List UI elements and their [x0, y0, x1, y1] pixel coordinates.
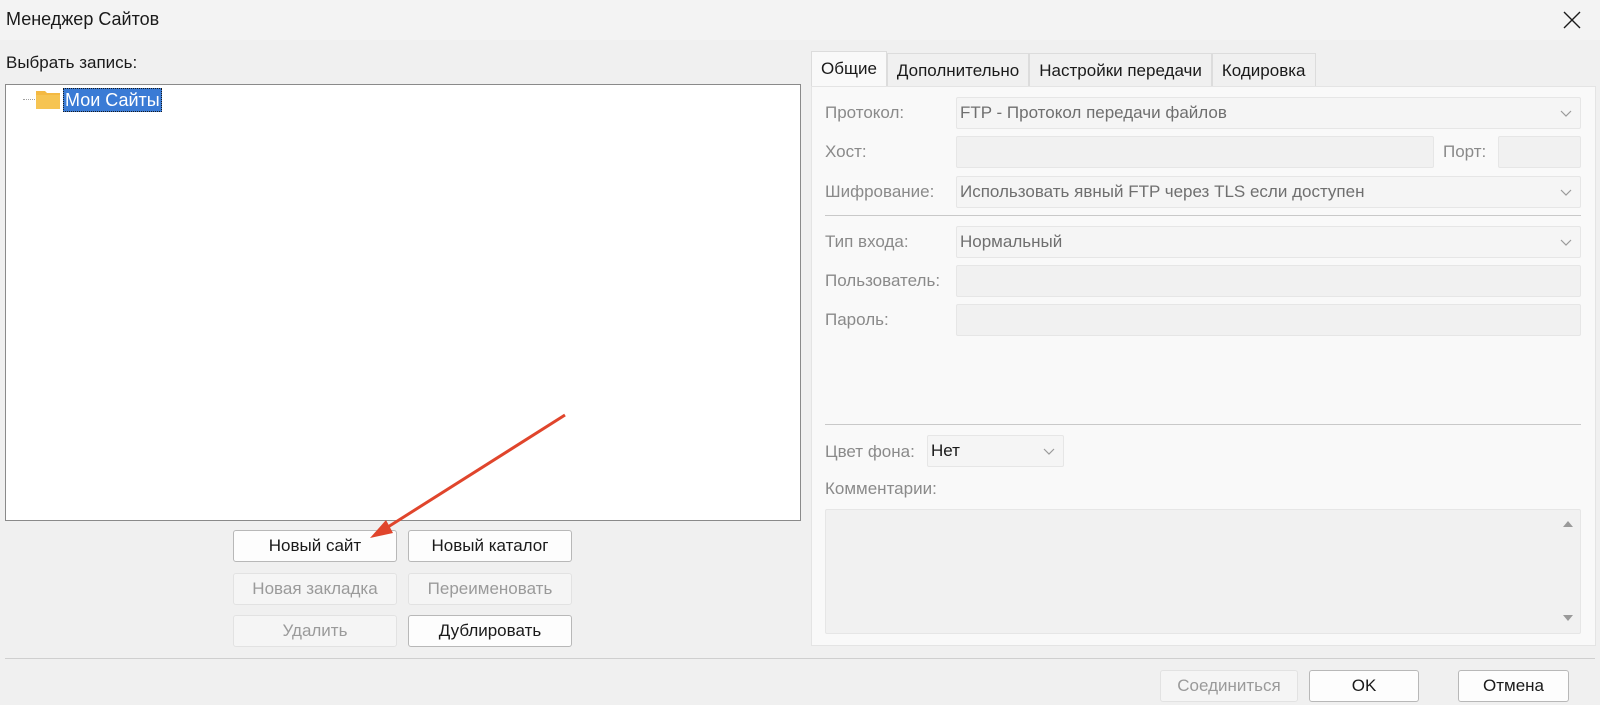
chevron-down-icon [1560, 239, 1572, 246]
logon-type-select[interactable]: Нормальный [956, 226, 1581, 258]
tree-item-my-sites[interactable]: Мои Сайты [63, 88, 162, 112]
footer-separator [5, 658, 1595, 659]
password-input[interactable] [956, 304, 1581, 336]
bg-color-value: Нет [931, 441, 960, 460]
close-icon [1563, 11, 1581, 29]
tab-strip: Общие Дополнительно Настройки передачи К… [811, 51, 1316, 87]
separator [825, 424, 1581, 425]
bg-color-select[interactable]: Нет [927, 435, 1064, 467]
new-folder-button[interactable]: Новый каталог [408, 530, 572, 562]
tab-general[interactable]: Общие [811, 51, 887, 87]
new-site-button[interactable]: Новый сайт [233, 530, 397, 562]
window-title: Менеджер Сайтов [6, 9, 160, 29]
port-input[interactable] [1498, 136, 1581, 168]
site-manager-window: Менеджер Сайтов Выбрать запись: Мои Сайт… [0, 0, 1600, 705]
duplicate-button[interactable]: Дублировать [408, 615, 572, 647]
rename-button[interactable]: Переименовать [408, 573, 572, 605]
new-bookmark-button[interactable]: Новая закладка [233, 573, 397, 605]
tab-transfer-settings[interactable]: Настройки передачи [1029, 53, 1212, 87]
user-label: Пользователь: [825, 271, 941, 290]
user-input[interactable] [956, 265, 1581, 297]
host-label: Хост: [825, 142, 867, 161]
tab-advanced[interactable]: Дополнительно [886, 53, 1030, 87]
chevron-down-icon [1043, 448, 1055, 455]
comments-textarea[interactable] [825, 509, 1581, 634]
close-button[interactable] [1552, 4, 1592, 36]
protocol-value: FTP - Протокол передачи файлов [960, 103, 1227, 122]
encryption-value: Использовать явный FTP через TLS если до… [960, 182, 1365, 201]
host-input[interactable] [956, 136, 1434, 168]
tab-charset[interactable]: Кодировка [1211, 53, 1316, 87]
site-tree[interactable]: Мои Сайты [5, 84, 801, 521]
separator [825, 215, 1581, 216]
comments-label: Комментарии: [825, 479, 937, 498]
logon-type-value: Нормальный [960, 232, 1063, 251]
password-label: Пароль: [825, 310, 889, 329]
ok-button[interactable]: OK [1309, 670, 1419, 702]
port-label: Порт: [1443, 142, 1487, 161]
bg-color-label: Цвет фона: [825, 442, 915, 461]
select-entry-label: Выбрать запись: [6, 53, 138, 72]
connect-button[interactable]: Соединиться [1160, 670, 1298, 702]
protocol-label: Протокол: [825, 103, 905, 122]
chevron-down-icon [1560, 110, 1572, 117]
protocol-select[interactable]: FTP - Протокол передачи файлов [956, 97, 1581, 129]
chevron-down-icon [1560, 189, 1572, 196]
folder-icon [36, 91, 60, 109]
delete-button[interactable]: Удалить [233, 615, 397, 647]
encryption-label: Шифрование: [825, 182, 935, 201]
title-bar: Менеджер Сайтов [0, 0, 1600, 40]
logon-type-label: Тип входа: [825, 232, 909, 251]
scroll-up-icon[interactable] [1563, 520, 1573, 528]
cancel-button[interactable]: Отмена [1458, 670, 1569, 702]
scroll-down-icon[interactable] [1563, 614, 1573, 622]
encryption-select[interactable]: Использовать явный FTP через TLS если до… [956, 176, 1581, 208]
